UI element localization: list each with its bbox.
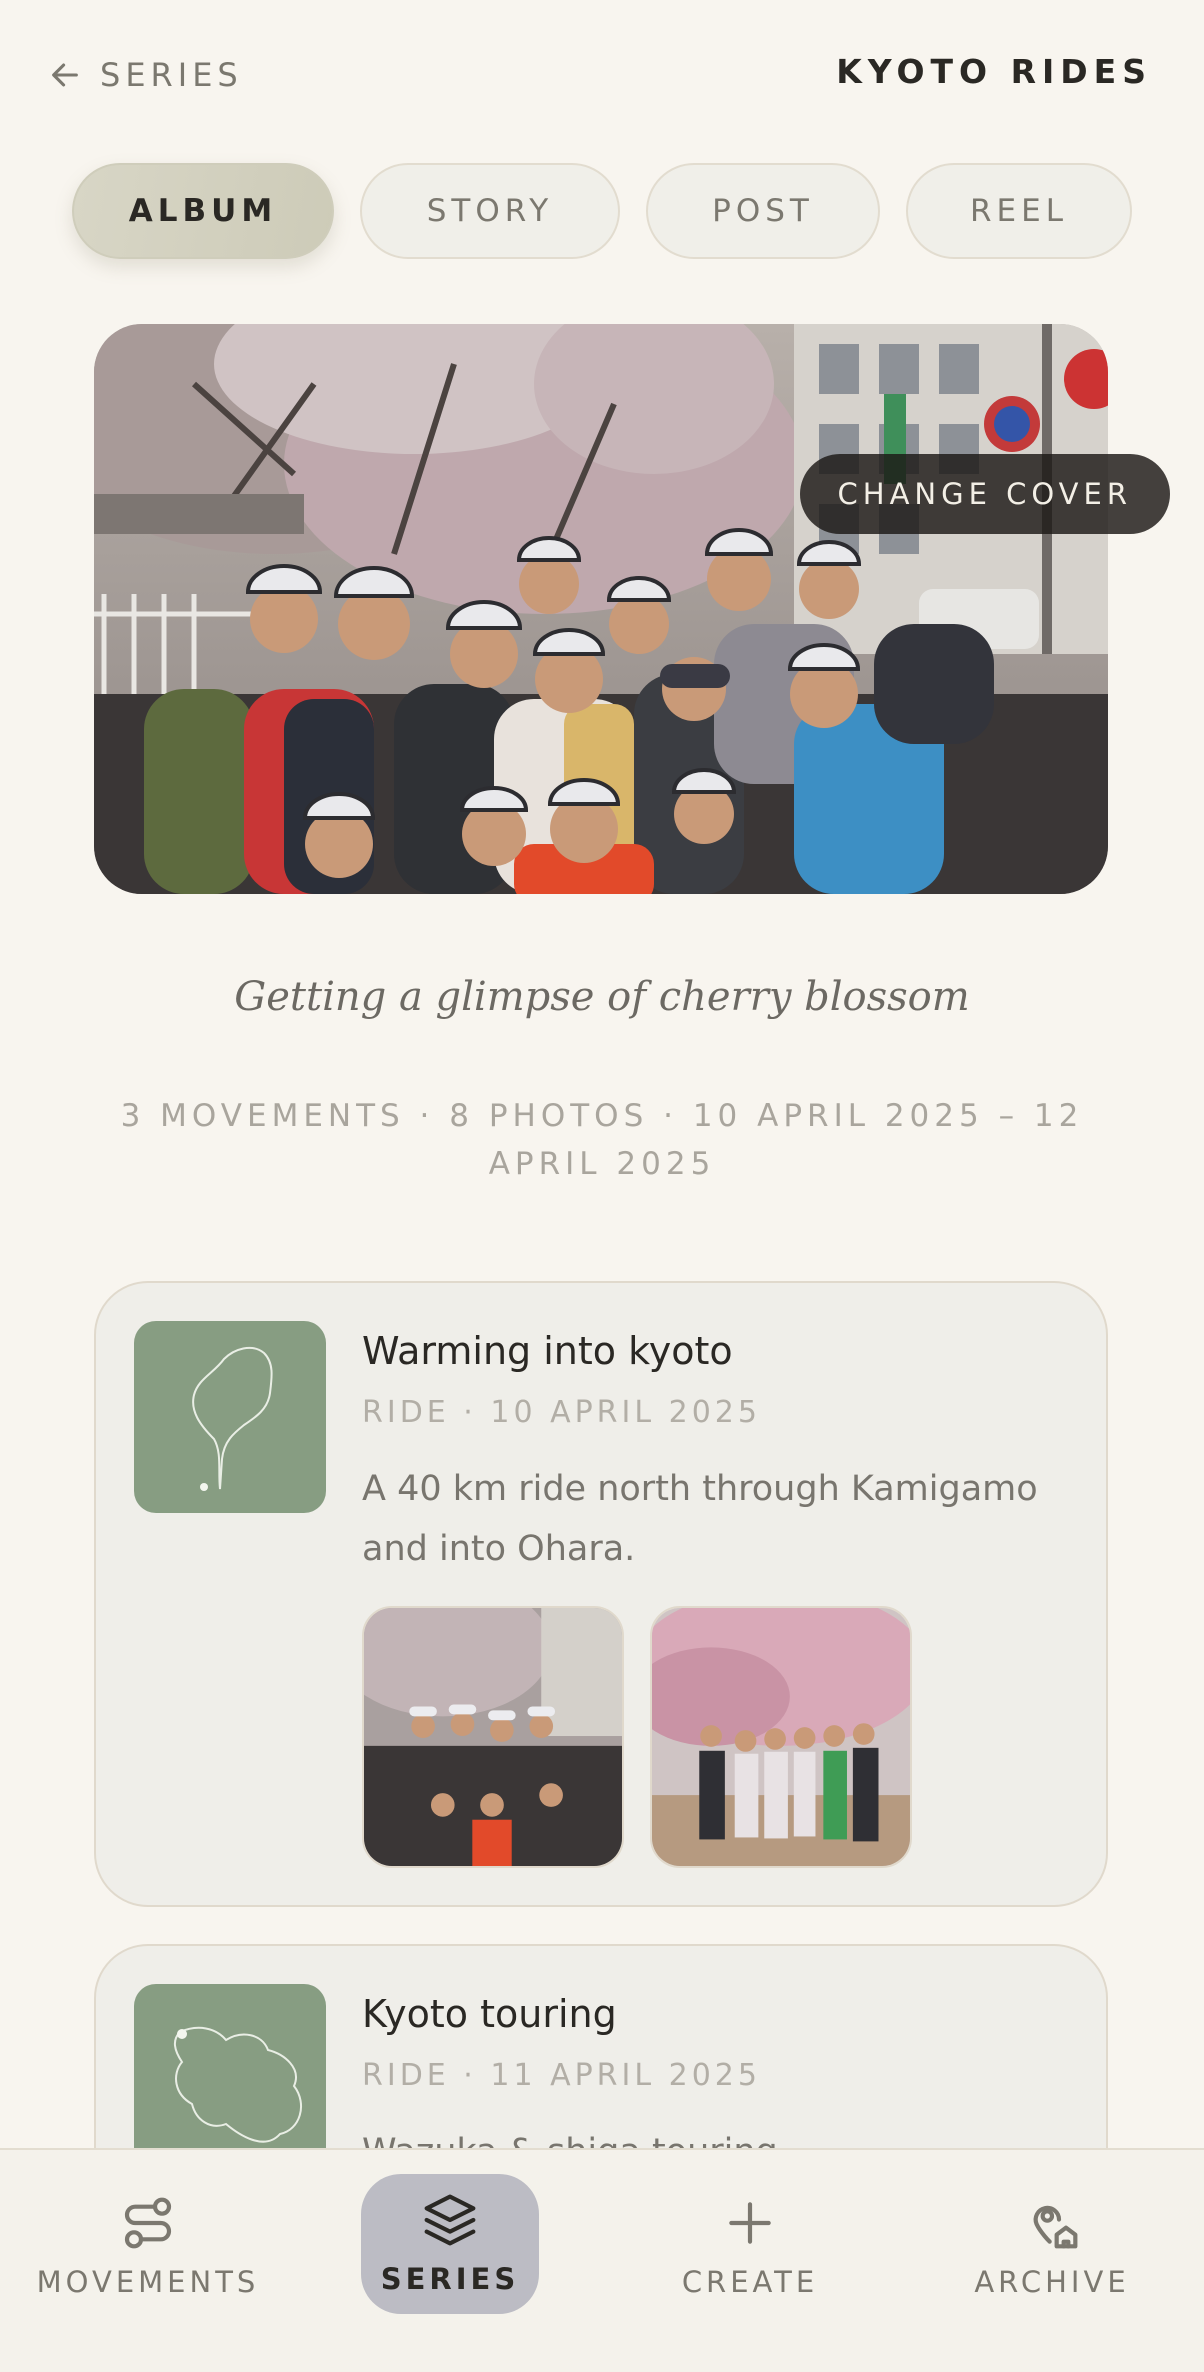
nav-label: CREATE — [681, 2265, 819, 2299]
nav-archive[interactable]: ARCHIVE — [932, 2172, 1172, 2322]
movement-meta: RIDE · 11 APRIL 2025 — [362, 2058, 761, 2093]
back-label: SERIES — [100, 56, 243, 94]
header: SERIES KYOTO RIDES — [0, 0, 1204, 150]
page-title: KYOTO RIDES — [836, 52, 1152, 91]
movement-title: Kyoto touring — [362, 1992, 617, 2036]
nav-series[interactable]: SERIES — [361, 2174, 539, 2314]
photo-thumbnail[interactable] — [650, 1606, 912, 1868]
map-pin-home-icon — [1033, 2205, 1078, 2249]
movement-description: A 40 km ride north through Kamigamo and … — [362, 1469, 1038, 1569]
plus-icon — [729, 2202, 771, 2244]
back-to-series-button[interactable]: SERIES — [48, 52, 243, 98]
nav-label: ARCHIVE — [974, 2265, 1130, 2299]
photo-thumbnail[interactable] — [362, 1606, 624, 1868]
layers-icon — [424, 2194, 476, 2246]
tab-post[interactable]: POST — [646, 163, 880, 259]
movement-meta: RIDE · 10 APRIL 2025 — [362, 1395, 761, 1430]
bottom-navigation: MOVEMENTS SERIES CREATE ARCHIVE — [0, 2148, 1204, 2372]
nav-label: MOVEMENTS — [36, 2265, 260, 2299]
route-map-thumbnail — [134, 1321, 326, 1513]
nav-label: SERIES — [380, 2262, 520, 2296]
route-icon — [124, 2197, 172, 2249]
group-photo-image — [94, 324, 1108, 894]
tab-reel[interactable]: REEL — [906, 163, 1132, 259]
movement-card[interactable]: Warming into kyoto RIDE · 10 APRIL 2025 … — [94, 1281, 1108, 1907]
format-tabs: ALBUM STORY POST REEL — [72, 163, 1132, 259]
arrow-left-icon — [52, 63, 78, 87]
series-meta: 3 MOVEMENTS · 8 PHOTOS · 10 APRIL 2025 –… — [120, 1098, 1084, 1182]
cover-photo — [94, 324, 1108, 894]
series-subtitle: Getting a glimpse of cherry blossom — [234, 974, 970, 1020]
nav-movements[interactable]: MOVEMENTS — [28, 2172, 268, 2322]
nav-create[interactable]: CREATE — [630, 2172, 870, 2322]
tab-album[interactable]: ALBUM — [72, 163, 334, 259]
tab-story[interactable]: STORY — [360, 163, 620, 259]
movement-title: Warming into kyoto — [362, 1329, 733, 1373]
change-cover-button[interactable]: CHANGE COVER — [799, 454, 1170, 534]
